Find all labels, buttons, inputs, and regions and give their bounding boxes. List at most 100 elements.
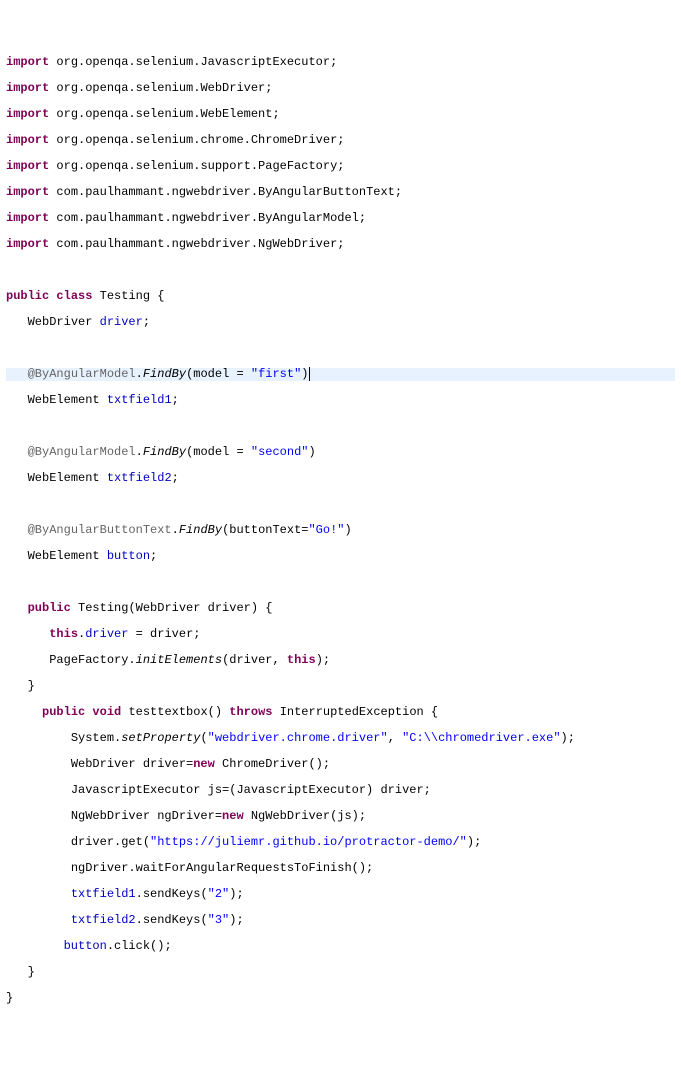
keyword: import — [6, 55, 49, 69]
indent — [6, 887, 71, 901]
indent — [6, 731, 71, 745]
text: model = — [193, 367, 251, 381]
text: WebElement — [28, 549, 107, 563]
code-line: this.driver = driver; — [6, 628, 675, 641]
keyword: throws — [229, 705, 272, 719]
keyword: new — [193, 757, 215, 771]
text: com.paulhammant.ngwebdriver.ByAngularBut… — [49, 185, 402, 199]
text: ; — [172, 393, 179, 407]
text: ( — [200, 731, 207, 745]
field: txtfield1 — [107, 393, 172, 407]
code-line: button.click(); — [6, 940, 675, 953]
code-line: import org.openqa.selenium.support.PageF… — [6, 160, 675, 173]
text: WebDriver — [28, 315, 100, 329]
text: ) — [345, 523, 352, 537]
blank-line — [6, 342, 675, 355]
text: org.openqa.selenium.chrome.ChromeDriver; — [49, 133, 344, 147]
indent — [6, 835, 71, 849]
code-line: WebElement txtfield2; — [6, 472, 675, 485]
text: JavascriptExecutor js=(JavascriptExecuto… — [71, 783, 431, 797]
indent — [6, 367, 28, 381]
code-line: System.setProperty("webdriver.chrome.dri… — [6, 732, 675, 745]
field: button — [64, 939, 107, 953]
field: driver — [85, 627, 128, 641]
keyword: public — [6, 289, 49, 303]
text: ; — [172, 471, 179, 485]
text: buttonText= — [229, 523, 308, 537]
text: . — [136, 887, 143, 901]
text: Testing(WebDriver driver) { — [71, 601, 273, 615]
text: ; — [150, 549, 157, 563]
code-line: public Testing(WebDriver driver) { — [6, 602, 675, 615]
text: ); — [229, 887, 243, 901]
blank-line — [6, 264, 675, 277]
indent — [6, 471, 28, 485]
text: . — [172, 523, 179, 537]
keyword: import — [6, 211, 49, 225]
text: ); — [316, 653, 330, 667]
text: NgWebDriver(js); — [244, 809, 366, 823]
keyword: import — [6, 185, 49, 199]
code-line: @ByAngularButtonText.FindBy(buttonText="… — [6, 524, 675, 537]
code-line: JavascriptExecutor js=(JavascriptExecuto… — [6, 784, 675, 797]
text: com.paulhammant.ngwebdriver.ByAngularMod… — [49, 211, 366, 225]
indent — [6, 705, 42, 719]
text: } — [28, 965, 35, 979]
text: ngDriver.waitForAngularRequestsToFinish(… — [71, 861, 373, 875]
blank-line — [6, 498, 675, 511]
string: "3" — [208, 913, 230, 927]
text: testtextbox() — [121, 705, 229, 719]
code-line: txtfield2.sendKeys("3"); — [6, 914, 675, 927]
text: PageFactory. — [49, 653, 135, 667]
indent — [6, 809, 71, 823]
code-line: @ByAngularModel.FindBy(model = "second") — [6, 446, 675, 459]
indent — [6, 523, 28, 537]
annotation: @ByAngularModel — [28, 445, 136, 459]
keyword: void — [85, 705, 121, 719]
indent — [6, 315, 28, 329]
method: click — [114, 939, 150, 953]
code-line: NgWebDriver ngDriver=new NgWebDriver(js)… — [6, 810, 675, 823]
keyword: this — [49, 627, 78, 641]
indent — [6, 627, 49, 641]
string: "C:\\chromedriver.exe" — [402, 731, 560, 745]
field: driver — [100, 315, 143, 329]
code-line: } — [6, 966, 675, 979]
keyword: import — [6, 133, 49, 147]
indent — [6, 913, 71, 927]
indent — [6, 601, 28, 615]
text: NgWebDriver ngDriver= — [71, 809, 222, 823]
keyword: import — [6, 237, 49, 251]
code-line: import org.openqa.selenium.JavascriptExe… — [6, 56, 675, 69]
text: . — [136, 367, 143, 381]
text: (driver, — [222, 653, 287, 667]
text: . — [136, 913, 143, 927]
text: WebElement — [28, 471, 107, 485]
keyword: import — [6, 159, 49, 173]
keyword: import — [6, 81, 49, 95]
method: sendKeys — [143, 887, 201, 901]
indent — [6, 965, 28, 979]
code-line-highlighted: @ByAngularModel.FindBy(model = "first") — [6, 368, 675, 381]
text: org.openqa.selenium.WebDriver; — [49, 81, 272, 95]
field: txtfield2 — [71, 913, 136, 927]
indent — [6, 939, 64, 953]
text: WebDriver driver= — [71, 757, 193, 771]
keyword: class — [49, 289, 92, 303]
indent — [6, 653, 49, 667]
text: . — [78, 627, 85, 641]
annotation: @ByAngularButtonText — [28, 523, 172, 537]
indent — [6, 445, 28, 459]
keyword: import — [6, 107, 49, 121]
code-line: WebElement button; — [6, 550, 675, 563]
string: "2" — [208, 887, 230, 901]
indent — [6, 549, 28, 563]
method: setProperty — [121, 731, 200, 745]
text: ChromeDriver(); — [215, 757, 330, 771]
text: ); — [467, 835, 481, 849]
method: FindBy — [143, 445, 186, 459]
string: "first" — [251, 367, 301, 381]
code-line: ngDriver.waitForAngularRequestsToFinish(… — [6, 862, 675, 875]
string: "second" — [251, 445, 309, 459]
text: driver.get( — [71, 835, 150, 849]
